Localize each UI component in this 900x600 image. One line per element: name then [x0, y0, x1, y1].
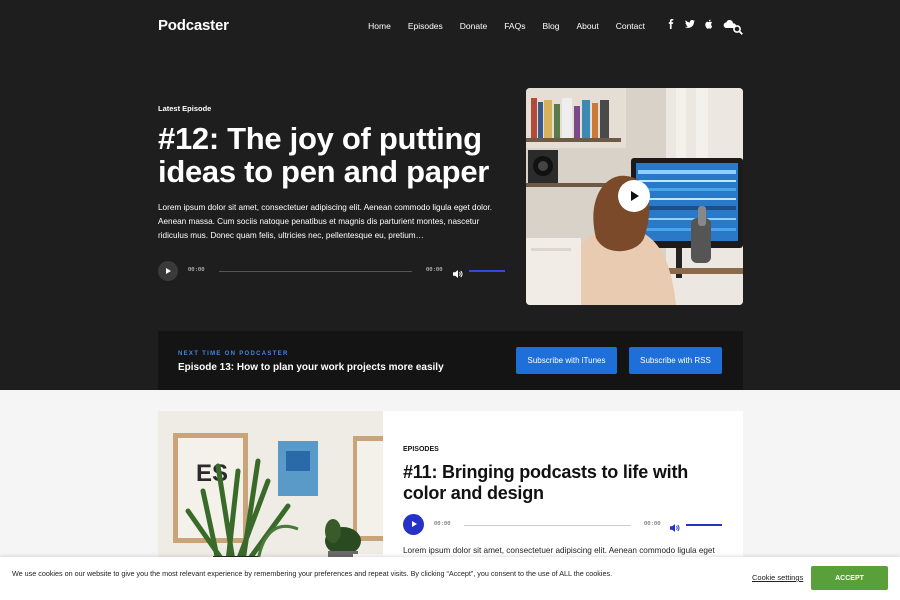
- volume-slider[interactable]: [686, 524, 722, 526]
- apple-podcasts-icon[interactable]: [704, 19, 714, 32]
- nav-blog[interactable]: Blog: [542, 21, 559, 31]
- episode-audio-player: 00:00 00:00: [403, 514, 723, 535]
- next-episode-title: Episode 13: How to plan your work projec…: [178, 362, 444, 373]
- volume-icon[interactable]: [670, 520, 680, 532]
- facebook-icon[interactable]: [666, 19, 676, 32]
- nav-faqs[interactable]: FAQs: [504, 21, 525, 31]
- latest-episode-label: Latest Episode: [158, 104, 212, 113]
- nav-episodes[interactable]: Episodes: [408, 21, 443, 31]
- hero-title[interactable]: #12: The joy of putting ideas to pen and…: [158, 122, 498, 188]
- search-icon[interactable]: [733, 22, 743, 35]
- cookie-settings-link[interactable]: Cookie settings: [752, 573, 803, 582]
- episode-description: Lorem ipsum dolor sit amet, consectetuer…: [403, 546, 715, 555]
- episode-video-thumbnail[interactable]: [526, 88, 743, 305]
- nav-contact[interactable]: Contact: [616, 21, 645, 31]
- subscribe-rss-button[interactable]: Subscribe with RSS: [629, 347, 722, 374]
- svg-text:ES: ES: [196, 460, 228, 487]
- nav-home[interactable]: Home: [368, 21, 391, 31]
- current-time: 00:00: [434, 521, 451, 527]
- duration-time: 00:00: [426, 267, 443, 273]
- cookie-message: We use cookies on our website to give yo…: [12, 569, 613, 578]
- nav-donate[interactable]: Donate: [460, 21, 487, 31]
- duration-time: 00:00: [644, 521, 661, 527]
- hero-audio-player: 00:00 00:00: [158, 261, 505, 281]
- volume-slider[interactable]: [469, 270, 505, 272]
- progress-bar[interactable]: [219, 270, 412, 272]
- cookie-consent-bar: We use cookies on our website to give yo…: [0, 557, 900, 600]
- site-logo[interactable]: Podcaster: [158, 17, 229, 34]
- site-header: Podcaster Home Episodes Donate FAQs Blog…: [0, 0, 900, 54]
- play-button[interactable]: [158, 261, 178, 281]
- episode-title[interactable]: #11: Bringing podcasts to life with colo…: [403, 462, 733, 504]
- next-episode-label: NEXT TIME ON PODCASTER: [178, 351, 289, 357]
- subscribe-itunes-button[interactable]: Subscribe with iTunes: [516, 347, 617, 374]
- play-button[interactable]: [403, 514, 424, 535]
- current-time: 00:00: [188, 267, 205, 273]
- social-links: [666, 19, 736, 32]
- twitter-icon[interactable]: [685, 19, 695, 32]
- progress-bar[interactable]: [464, 524, 631, 526]
- next-episode-banner: NEXT TIME ON PODCASTER Episode 13: How t…: [158, 331, 743, 390]
- hero-section: Latest Episode #12: The joy of putting i…: [0, 54, 900, 390]
- episodes-category-label[interactable]: EPISODES: [403, 446, 439, 453]
- main-nav: Home Episodes Donate FAQs Blog About Con…: [351, 21, 645, 31]
- volume-icon[interactable]: [453, 266, 463, 278]
- accept-cookies-button[interactable]: ACCEPT: [811, 566, 888, 590]
- nav-about[interactable]: About: [576, 21, 598, 31]
- hero-description: Lorem ipsum dolor sit amet, consectetuer…: [158, 203, 493, 240]
- video-play-button[interactable]: [618, 180, 650, 212]
